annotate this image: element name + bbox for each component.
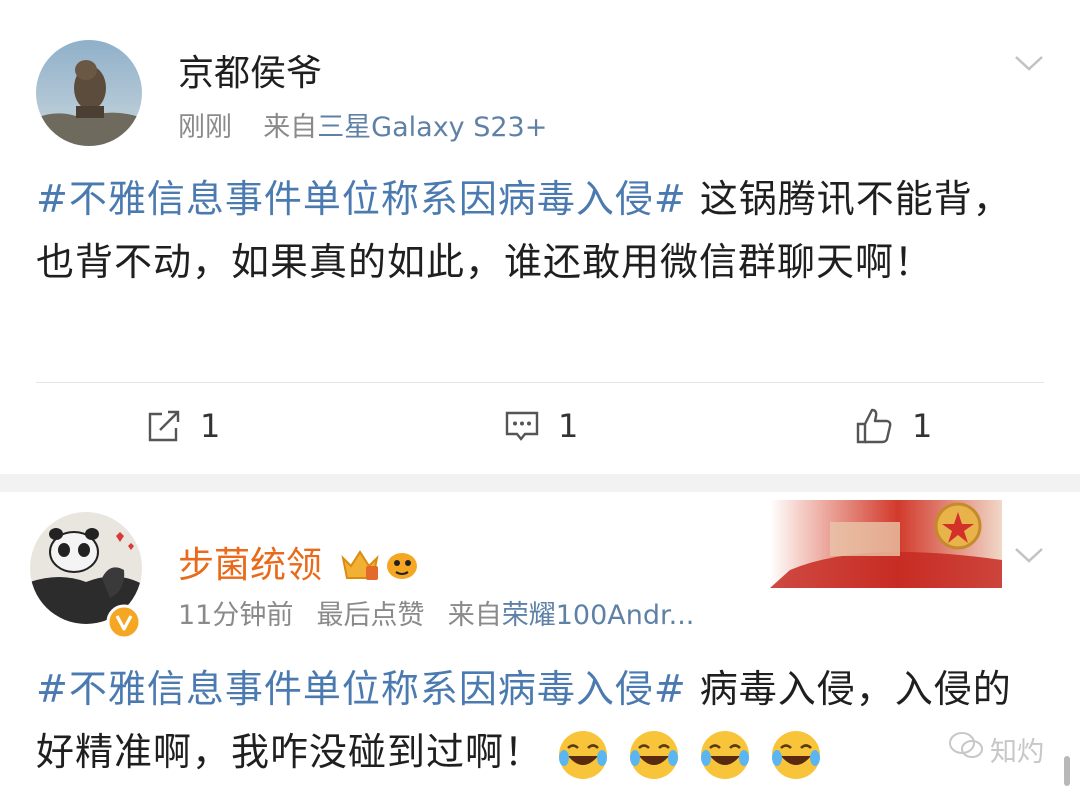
comment-button[interactable]: 1 bbox=[504, 398, 578, 454]
laughing-tears-emoji bbox=[769, 728, 823, 782]
repost-count: 1 bbox=[200, 407, 221, 445]
source-prefix: 来自 bbox=[447, 600, 502, 631]
post-time: 刚刚 bbox=[178, 112, 232, 143]
crown-badge-icon bbox=[340, 546, 380, 588]
watermark-text: 知灼 bbox=[990, 737, 1044, 768]
profile-banner-decoration bbox=[770, 500, 1002, 588]
laughing-tears-emoji bbox=[698, 728, 752, 782]
comment-icon bbox=[504, 408, 540, 444]
emoji-group bbox=[556, 730, 827, 779]
comment-count: 1 bbox=[558, 407, 579, 445]
like-count: 1 bbox=[912, 407, 933, 445]
scrollbar[interactable] bbox=[1064, 756, 1070, 786]
username[interactable]: 京都侯爷 bbox=[178, 54, 322, 94]
post-meta: 11分钟前 最后点赞 来自荣耀100Andr... bbox=[178, 600, 694, 632]
verified-v-icon bbox=[106, 604, 142, 644]
wechat-icon bbox=[948, 731, 984, 768]
chevron-down-icon[interactable] bbox=[1012, 46, 1046, 80]
repost-button[interactable]: 1 bbox=[146, 398, 220, 454]
laughing-tears-emoji bbox=[627, 728, 681, 782]
post-body: #不雅信息事件单位称系因病毒入侵# 病毒入侵，入侵的好精准啊，我咋没碰到过啊！ bbox=[36, 658, 1046, 784]
post-body: #不雅信息事件单位称系因病毒入侵# 这锅腾讯不能背，也背不动，如果真的如此，谁还… bbox=[36, 168, 1046, 294]
watermark: 知灼 bbox=[948, 730, 1044, 769]
source-device[interactable]: 三星Galaxy S23+ bbox=[317, 112, 547, 143]
source-prefix: 来自 bbox=[263, 112, 318, 143]
divider bbox=[36, 382, 1044, 383]
activity-label: 最后点赞 bbox=[316, 600, 425, 631]
fish-badge-icon bbox=[382, 548, 422, 588]
thumbs-up-icon bbox=[854, 406, 894, 446]
hashtag-link[interactable]: #不雅信息事件单位称系因病毒入侵# bbox=[36, 667, 687, 711]
username[interactable]: 步菌统领 bbox=[178, 546, 322, 586]
share-icon bbox=[146, 408, 182, 444]
post-time: 11分钟前 bbox=[178, 600, 294, 631]
avatar[interactable] bbox=[36, 40, 142, 146]
source-device[interactable]: 荣耀100Andr... bbox=[502, 600, 695, 631]
laughing-tears-emoji bbox=[556, 728, 610, 782]
post-meta: 刚刚 来自三星Galaxy S23+ bbox=[178, 112, 547, 144]
hashtag-link[interactable]: #不雅信息事件单位称系因病毒入侵# bbox=[36, 177, 687, 221]
like-button[interactable]: 1 bbox=[854, 398, 932, 454]
chevron-down-icon[interactable] bbox=[1012, 538, 1046, 572]
post-card-1: 京都侯爷 刚刚 来自三星Galaxy S23+ #不雅信息事件单位称系因病毒入侵… bbox=[0, 0, 1080, 474]
feed-separator bbox=[0, 474, 1080, 492]
